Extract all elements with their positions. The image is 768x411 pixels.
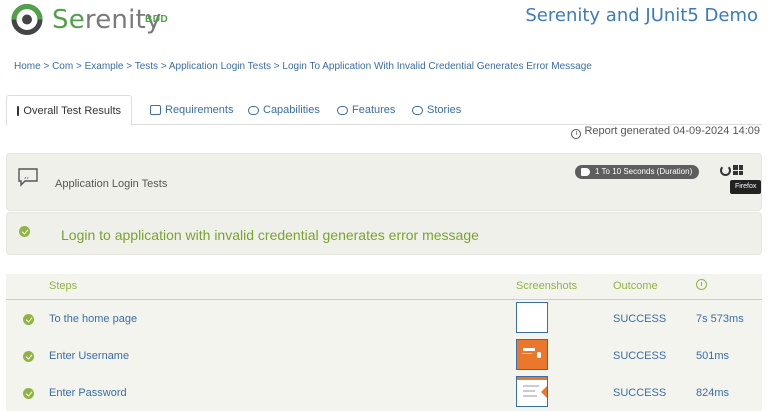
step-description: Enter Password <box>49 387 127 399</box>
tab-label: Requirements <box>165 104 234 116</box>
tab-label: Stories <box>427 104 462 116</box>
duration-tag[interactable]: 1 To 10 Seconds (Duration) <box>575 165 700 179</box>
feature-name[interactable]: Application Login Tests <box>55 178 167 190</box>
screenshot-thumbnail[interactable] <box>516 339 548 370</box>
comment-icon <box>248 105 259 115</box>
step-outcome: SUCCESS <box>613 350 667 362</box>
step-duration: 501ms <box>696 350 730 362</box>
info-icon: i <box>571 129 582 139</box>
step-duration: 7s 573ms <box>696 313 744 325</box>
screenshot-thumbnail[interactable] <box>516 302 548 333</box>
list-icon <box>150 105 161 115</box>
table-row: To the home page SUCCESS 7s 573ms <box>6 300 762 337</box>
steps-table: Steps Screenshots Outcome To the home pa… <box>6 274 762 411</box>
comment-quote-icon: ,, <box>18 168 38 187</box>
refresh-icon <box>720 165 731 176</box>
tab-capabilities[interactable]: Capabilities <box>238 95 330 125</box>
column-header-steps: Steps <box>49 280 78 292</box>
header: Serenity BDD Serenity and JUnit5 Demo <box>0 0 768 40</box>
tab-features[interactable]: Features <box>327 95 405 125</box>
step-duration: 824ms <box>696 387 730 399</box>
table-row: Enter Username SUCCESS 501ms <box>6 337 762 374</box>
column-header-screenshots: Screenshots <box>516 280 578 292</box>
browser-tooltip: Firefox <box>730 180 762 194</box>
duration-tag-label: 1 To 10 Seconds (Duration) <box>595 167 693 176</box>
success-check-icon <box>23 388 34 399</box>
step-outcome: SUCCESS <box>613 387 667 399</box>
success-check-icon <box>23 351 34 362</box>
table-row: Enter Password SUCCESS 824ms <box>6 374 762 411</box>
report-generated: i Report generated 04-09-2024 14:09 <box>571 125 760 139</box>
breadcrumb[interactable]: Home > Com > Example > Tests > Applicati… <box>14 61 592 72</box>
screenshot-thumbnail[interactable] <box>516 376 548 407</box>
report-generated-text: Report generated 04-09-2024 14:09 <box>584 125 760 137</box>
success-check-icon <box>19 226 30 237</box>
column-header-outcome: Outcome <box>613 280 658 292</box>
tab-overall-test-results[interactable]: Overall Test Results <box>6 95 132 126</box>
brand-suffix: BDD <box>145 14 169 25</box>
svg-text:,,: ,, <box>24 171 29 180</box>
comment-icon <box>412 105 423 115</box>
tab-label: Capabilities <box>263 104 320 116</box>
tag-icon <box>581 168 590 176</box>
step-description: To the home page <box>49 313 138 325</box>
step-outcome: SUCCESS <box>613 313 667 325</box>
clock-icon <box>696 279 707 290</box>
steps-table-header: Steps Screenshots Outcome <box>6 274 762 300</box>
page-title: Serenity and JUnit5 Demo <box>525 5 758 26</box>
tab-label: Features <box>352 104 396 116</box>
scenario-title: Login to application with invalid creden… <box>61 227 479 243</box>
step-description: Enter Username <box>49 350 130 362</box>
success-check-icon <box>23 314 34 325</box>
brand-prefix: Se <box>52 5 85 35</box>
tab-stories[interactable]: Stories <box>402 95 471 125</box>
feature-panel: ,, Application Login Tests 1 To 10 Secon… <box>6 153 762 211</box>
tab-bar: Overall Test Results Requirements Capabi… <box>6 95 762 126</box>
tab-requirements[interactable]: Requirements <box>140 95 243 125</box>
comment-icon <box>337 105 348 115</box>
windows-icon <box>733 165 743 175</box>
serenity-logo-icon <box>11 4 43 35</box>
chart-icon <box>17 105 20 116</box>
tab-label: Overall Test Results <box>23 104 121 117</box>
scenario-panel: Login to application with invalid creden… <box>6 212 762 255</box>
